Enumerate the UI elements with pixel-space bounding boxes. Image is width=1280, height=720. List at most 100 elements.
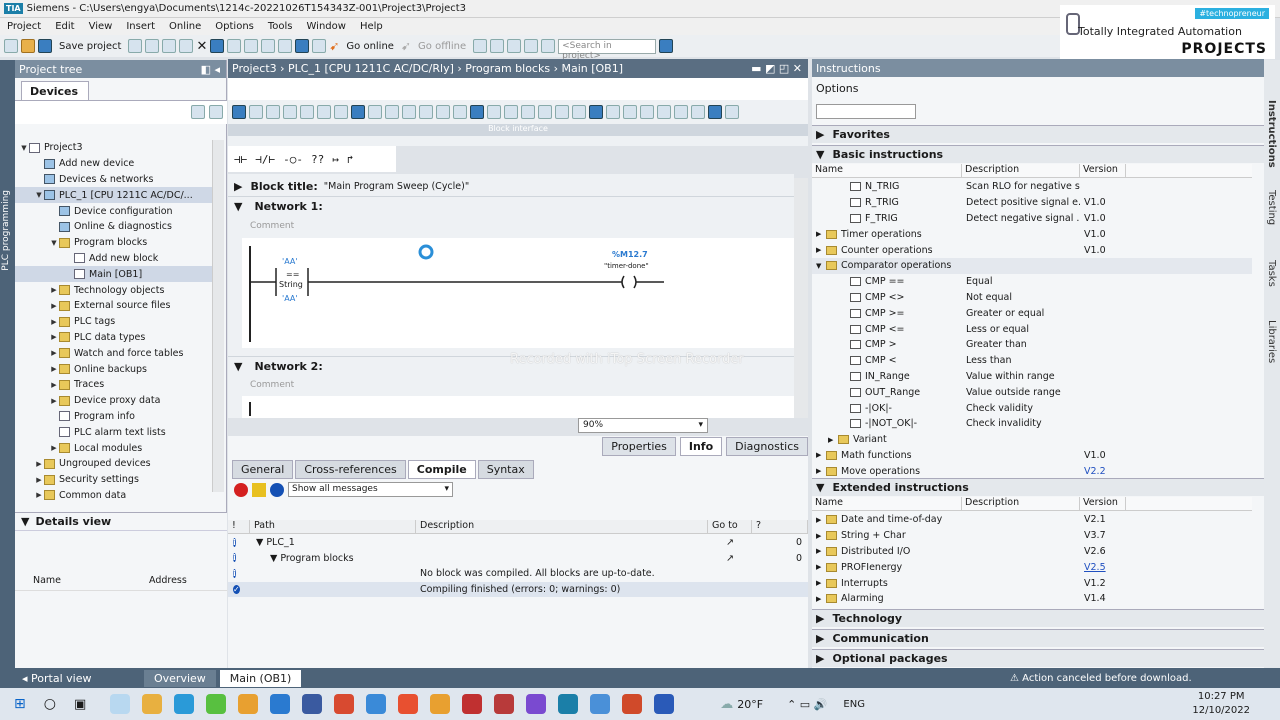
menu-window[interactable]: Window <box>300 21 353 32</box>
powerpoint-icon[interactable] <box>622 694 643 714</box>
instruction-item[interactable]: OUT_Range Value outside range <box>812 384 1252 400</box>
editor-tool-icon[interactable] <box>283 105 297 119</box>
extended-expand-icon[interactable]: ▼ <box>816 481 824 494</box>
menu-edit[interactable]: Edit <box>48 21 81 32</box>
instruction-item[interactable]: CMP <= Less or equal <box>812 321 1252 337</box>
tree-expand-icon[interactable]: ▶ <box>49 381 59 389</box>
tree-item[interactable]: ▶ Common data <box>15 488 212 504</box>
editor-tool-icon[interactable] <box>419 105 433 119</box>
simulation-icon[interactable] <box>295 39 310 53</box>
open-project-icon[interactable] <box>21 39 35 53</box>
block-title-expand-icon[interactable]: ▶ <box>234 180 242 193</box>
editor-tool-icon[interactable] <box>555 105 569 119</box>
editor-window-controls[interactable]: ▬ ◩ ◰ ✕ <box>751 62 802 75</box>
favorites-expand-icon[interactable]: ▶ <box>816 128 824 141</box>
collapse-panel-icon[interactable]: ◧ ◂ <box>201 63 220 76</box>
search-taskbar-icon[interactable]: ○ <box>44 696 56 712</box>
tray-icons[interactable]: ⌃ ▭ 🔊 <box>787 698 827 711</box>
tree-item[interactable]: ▶ Technology objects <box>15 282 212 298</box>
tree-item[interactable]: ▼ Project3 <box>15 140 212 156</box>
menu-view[interactable]: View <box>82 21 120 32</box>
optional-packages-section[interactable]: ▶ Optional packages <box>812 649 1264 667</box>
tree-item[interactable]: Add new device <box>15 156 212 172</box>
tree-item[interactable]: Online & diagnostics <box>15 219 212 235</box>
extended-expand-icon[interactable]: ▶ <box>816 532 826 540</box>
tree-expand-icon[interactable]: ▶ <box>49 286 59 294</box>
chrome-icon[interactable] <box>334 694 355 714</box>
save-project-button[interactable]: Save project <box>55 41 125 52</box>
instruction-item[interactable]: ▶ Move operations V2.2 <box>812 463 1252 479</box>
menu-tools[interactable]: Tools <box>261 21 300 32</box>
extended-item[interactable]: ▶ Date and time-of-day V2.1 <box>812 512 1252 528</box>
instruction-item[interactable]: CMP < Less than <box>812 353 1252 369</box>
basic-instructions-section[interactable]: ▼ Basic instructions <box>812 145 1264 163</box>
ladder-symbol-icon[interactable]: ?? <box>311 153 324 166</box>
message-row[interactable]: i ▼ PLC_1 ↗ 0 <box>228 535 808 551</box>
extended-item[interactable]: ▶ String + Char V3.7 <box>812 528 1252 544</box>
tree-settings-icon[interactable] <box>209 105 223 119</box>
instruction-item[interactable]: ▶ Timer operations V1.0 <box>812 226 1252 242</box>
go-online-button[interactable]: Go online <box>342 41 398 52</box>
instr-col-header[interactable]: Description <box>962 164 1080 177</box>
tree-expand-icon[interactable]: ▶ <box>49 333 59 341</box>
subtab-syntax[interactable]: Syntax <box>477 460 534 479</box>
tree-item[interactable]: Devices & networks <box>15 172 212 188</box>
extended-item[interactable]: ▶ PROFIenergy V2.5 <box>812 559 1252 575</box>
extended-expand-icon[interactable]: ▶ <box>816 547 826 555</box>
print-icon[interactable] <box>128 39 143 53</box>
undo-icon[interactable] <box>210 39 225 53</box>
app-icon-5[interactable] <box>398 694 419 714</box>
message-row[interactable]: i ▼ Program blocks ↗ 0 <box>228 551 808 567</box>
instruction-item[interactable]: ▼ Comparator operations <box>812 258 1252 274</box>
editor-tool-icon[interactable] <box>453 105 467 119</box>
cmp-type[interactable]: String <box>279 280 303 289</box>
extended-item[interactable]: ▶ Alarming V1.4 <box>812 591 1252 607</box>
tree-expand-icon[interactable]: ▼ <box>34 191 44 199</box>
network-1-header[interactable]: ▼ Network 1: <box>228 196 794 216</box>
editor-tool-icon[interactable] <box>232 105 246 119</box>
tree-expand-icon[interactable]: ▶ <box>49 302 59 310</box>
instruction-item[interactable]: R_TRIG Detect positive signal e... V1.0 <box>812 195 1252 211</box>
tia-portal-taskbar-icon[interactable] <box>558 694 579 714</box>
app-icon-4[interactable] <box>366 694 387 714</box>
tree-item[interactable]: Add new block <box>15 251 212 267</box>
extended-expand-icon[interactable]: ▶ <box>816 563 826 571</box>
basic-expand-icon[interactable]: ▼ <box>816 148 824 161</box>
extended-expand-icon[interactable]: ▶ <box>816 579 826 587</box>
tree-item[interactable]: ▶ Ungrouped devices <box>15 456 212 472</box>
editor-tool-icon[interactable] <box>606 105 620 119</box>
technology-expand-icon[interactable]: ▶ <box>816 612 824 625</box>
extended-item[interactable]: ▶ Interrupts V1.2 <box>812 575 1252 591</box>
instr-expand-icon[interactable]: ▶ <box>816 246 826 254</box>
app-icon-8[interactable] <box>494 694 515 714</box>
editor-tool-icon[interactable] <box>487 105 501 119</box>
app-icon-2[interactable] <box>238 694 259 714</box>
tree-item[interactable]: ▼ PLC_1 [CPU 1211C AC/DC/... <box>15 187 212 204</box>
tree-expand-icon[interactable]: ▶ <box>49 318 59 326</box>
tree-expand-icon[interactable]: ▶ <box>49 365 59 373</box>
split-vertical-icon[interactable] <box>541 39 556 53</box>
ladder-symbol-icon[interactable]: -○- <box>283 153 303 166</box>
clock[interactable]: 10:27 PM 12/10/2022 <box>1192 690 1250 718</box>
extended-item[interactable]: ▶ Distributed I/O V2.6 <box>812 544 1252 560</box>
instruction-item[interactable]: ▶ Counter operations V1.0 <box>812 242 1252 258</box>
block-title-value[interactable]: "Main Program Sweep (Cycle)" <box>324 181 469 192</box>
tree-expand-icon[interactable]: ▼ <box>19 144 29 152</box>
main-ob1-tab[interactable]: Main (OB1) <box>219 669 302 687</box>
ladder-symbol-icon[interactable]: ↦ <box>332 153 339 166</box>
editor-tool-icon[interactable] <box>249 105 263 119</box>
filter-dropdown-icon[interactable]: ▾ <box>444 484 449 494</box>
communication-expand-icon[interactable]: ▶ <box>816 632 824 645</box>
message-col-header[interactable]: ? <box>752 520 808 533</box>
instr-expand-icon[interactable]: ▼ <box>816 262 826 270</box>
language-indicator[interactable]: ENG <box>843 699 865 710</box>
block-interface-bar[interactable]: Block interface <box>228 124 808 136</box>
editor-tool-icon[interactable] <box>317 105 331 119</box>
instr-col-header[interactable]: Version <box>1080 164 1126 177</box>
goto-icon[interactable]: ↗ <box>708 553 752 564</box>
message-col-header[interactable]: Description <box>416 520 708 533</box>
menu-help[interactable]: Help <box>353 21 390 32</box>
plc-programming-tab[interactable]: PLC programming <box>1 190 11 271</box>
zoom-select[interactable]: 90% ▾ <box>578 418 708 433</box>
app-icon-6[interactable] <box>430 694 451 714</box>
